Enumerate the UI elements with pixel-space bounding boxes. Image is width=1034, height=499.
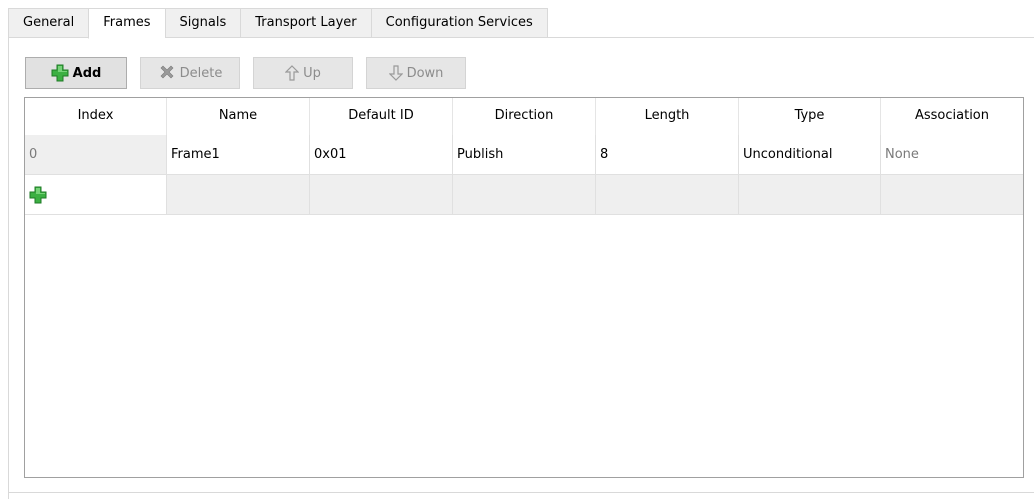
frames-table: Index Name Default ID Direction Length T… bbox=[24, 97, 1024, 478]
column-header-default-id[interactable]: Default ID bbox=[310, 98, 453, 135]
new-row-cell[interactable] bbox=[596, 175, 739, 215]
new-row-cell[interactable] bbox=[310, 175, 453, 215]
new-row[interactable] bbox=[25, 175, 1023, 215]
down-button-label: Down bbox=[406, 65, 444, 81]
down-button[interactable]: Down bbox=[366, 57, 466, 89]
delete-button-label: Delete bbox=[179, 65, 223, 81]
add-button[interactable]: Add bbox=[25, 57, 127, 89]
frames-editor-window: General Frames Signals Transport Layer C… bbox=[0, 0, 1034, 499]
column-header-name[interactable]: Name bbox=[167, 98, 310, 135]
tab-general[interactable]: General bbox=[8, 8, 89, 38]
up-button[interactable]: Up bbox=[253, 57, 353, 89]
new-row-cell[interactable] bbox=[881, 175, 1023, 215]
plus-icon bbox=[51, 64, 69, 82]
table-header: Index Name Default ID Direction Length T… bbox=[25, 98, 1023, 135]
tab-strip: General Frames Signals Transport Layer C… bbox=[8, 8, 548, 39]
cell-length[interactable]: 8 bbox=[596, 135, 739, 175]
new-row-cell[interactable] bbox=[739, 175, 881, 215]
cell-association[interactable]: None bbox=[881, 135, 1023, 175]
cross-icon bbox=[158, 64, 176, 82]
cell-default-id[interactable]: 0x01 bbox=[310, 135, 453, 175]
new-row-cell[interactable] bbox=[167, 175, 310, 215]
arrow-up-icon bbox=[285, 65, 300, 81]
column-header-type[interactable]: Type bbox=[739, 98, 881, 135]
column-header-direction[interactable]: Direction bbox=[453, 98, 596, 135]
column-header-index[interactable]: Index bbox=[25, 98, 167, 135]
column-header-association[interactable]: Association bbox=[881, 98, 1023, 135]
cell-direction[interactable]: Publish bbox=[453, 135, 596, 175]
tab-configuration-services[interactable]: Configuration Services bbox=[370, 8, 548, 38]
cell-type[interactable]: Unconditional bbox=[739, 135, 881, 175]
plus-icon bbox=[29, 186, 47, 204]
frames-toolbar: Add Delete Up Down bbox=[25, 57, 479, 89]
cell-name[interactable]: Frame1 bbox=[167, 135, 310, 175]
panel-border-bottom bbox=[8, 492, 1034, 493]
column-header-length[interactable]: Length bbox=[596, 98, 739, 135]
tab-signals[interactable]: Signals bbox=[164, 8, 241, 38]
new-row-cell[interactable] bbox=[453, 175, 596, 215]
table-row[interactable]: 0 Frame1 0x01 Publish 8 Unconditional No… bbox=[25, 135, 1023, 175]
add-button-label: Add bbox=[72, 65, 102, 81]
arrow-down-icon bbox=[388, 65, 403, 81]
tab-frames[interactable]: Frames bbox=[88, 8, 165, 39]
delete-button[interactable]: Delete bbox=[140, 57, 240, 89]
up-button-label: Up bbox=[303, 65, 321, 81]
tab-transport-layer[interactable]: Transport Layer bbox=[240, 8, 371, 38]
panel-border-left bbox=[8, 37, 9, 499]
cell-index: 0 bbox=[25, 135, 167, 175]
add-row-button[interactable] bbox=[25, 175, 167, 215]
